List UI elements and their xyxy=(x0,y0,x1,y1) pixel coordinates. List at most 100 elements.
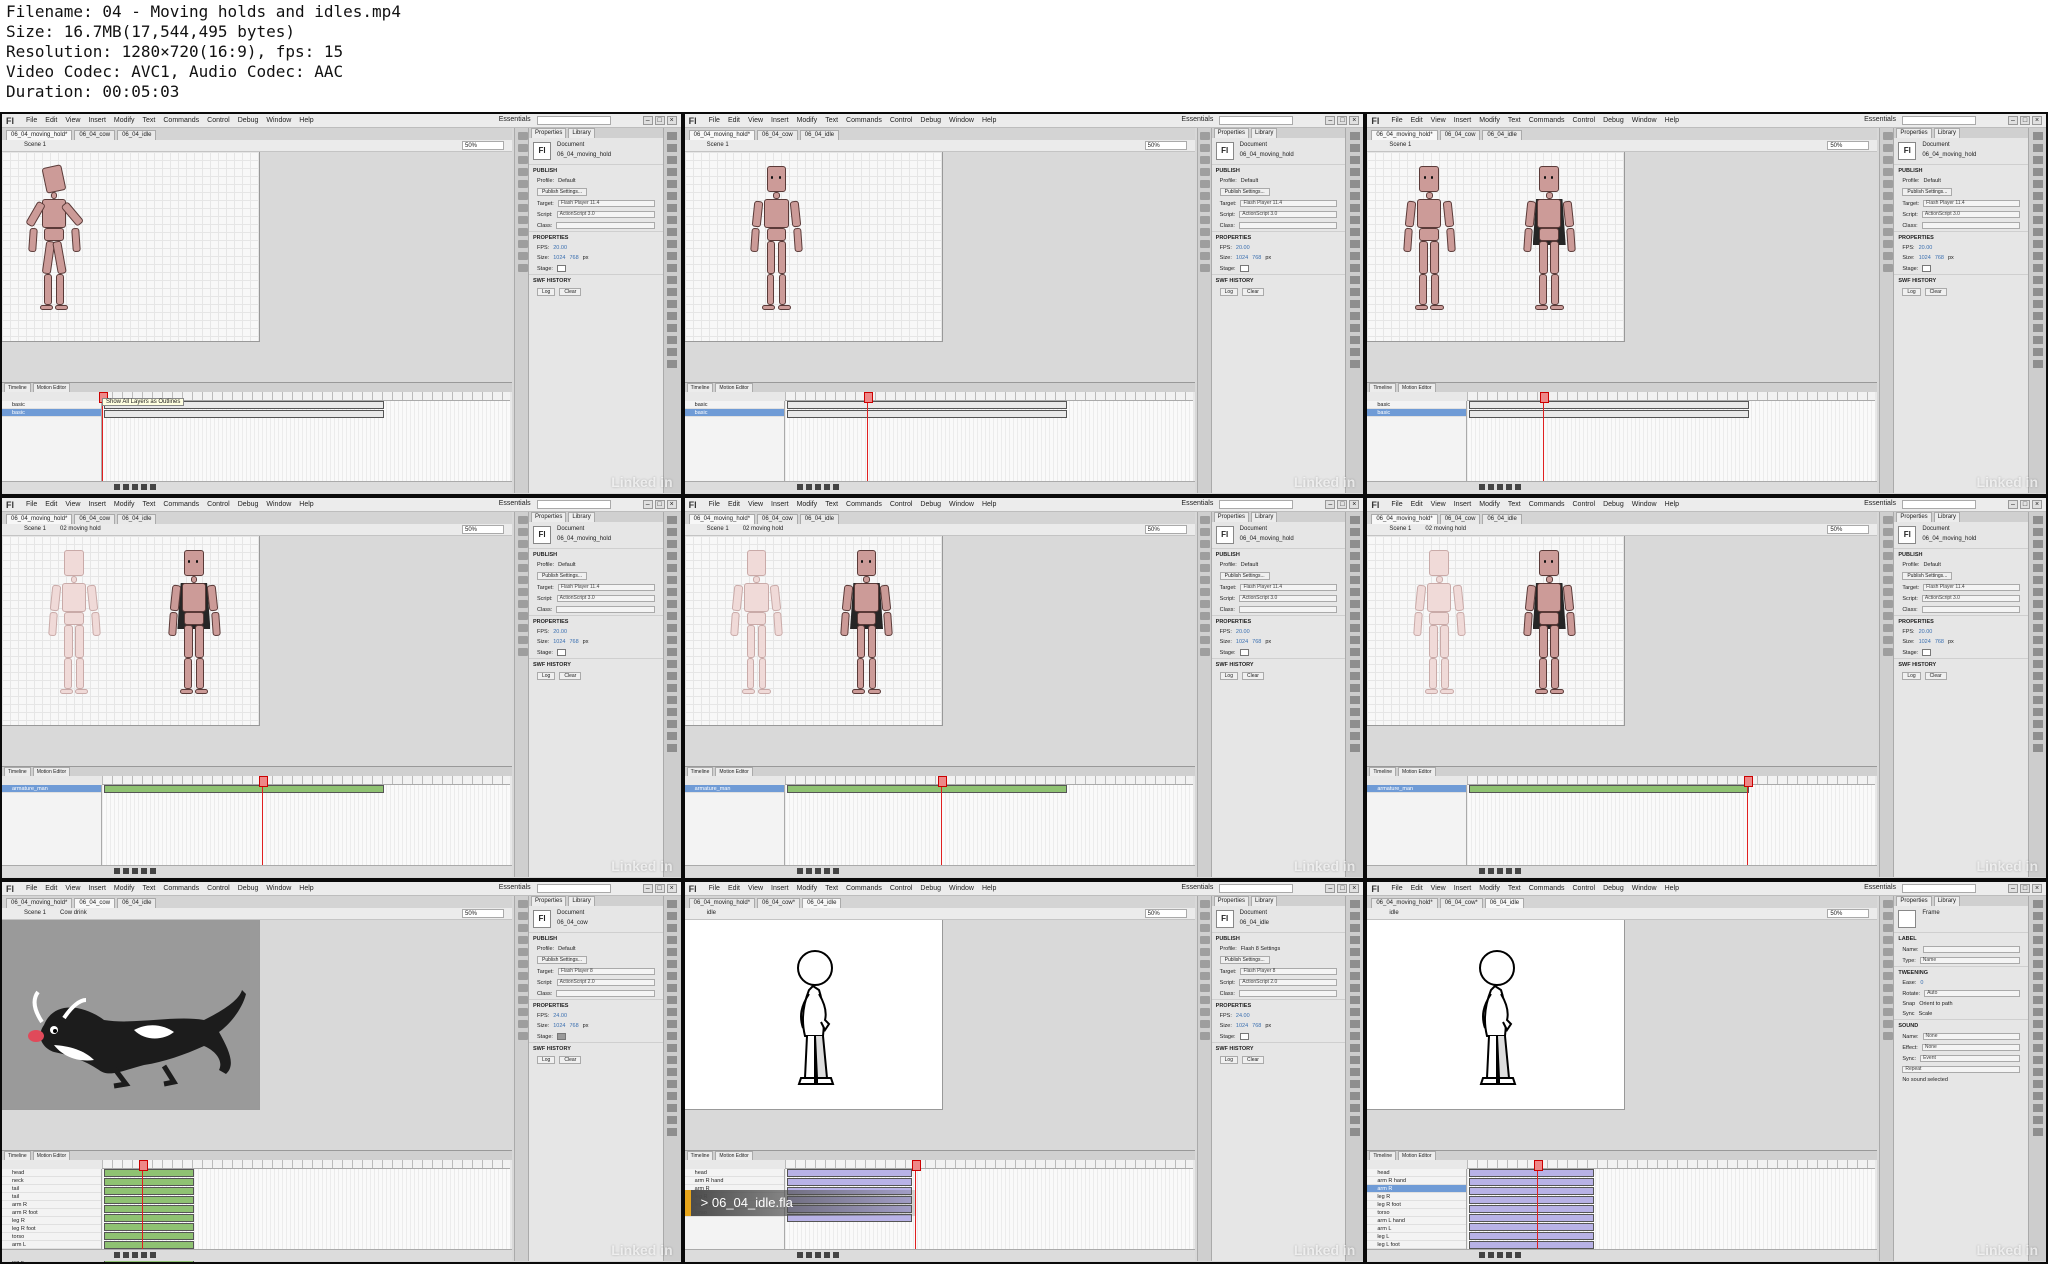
panel-icon[interactable] xyxy=(1200,180,1211,188)
tool-icon[interactable] xyxy=(2032,156,2043,164)
tool-icon[interactable] xyxy=(2032,1104,2043,1112)
window-control-button[interactable]: – xyxy=(2008,884,2018,893)
playhead[interactable] xyxy=(911,1160,921,1249)
tool-icon[interactable] xyxy=(1349,360,1360,368)
tool-icon[interactable] xyxy=(1349,1044,1360,1052)
timeline-tab[interactable]: Timeline xyxy=(1369,1151,1397,1160)
tool-icon[interactable] xyxy=(1349,1008,1360,1016)
timeline-tab[interactable]: Timeline xyxy=(686,1151,714,1160)
target-select[interactable]: Flash Player 11.4 xyxy=(1923,584,2020,591)
tool-icon[interactable] xyxy=(2032,708,2043,716)
tool-icon[interactable] xyxy=(2032,1080,2043,1088)
panel-tab[interactable]: Properties xyxy=(1896,512,1932,522)
playhead[interactable] xyxy=(139,1160,148,1249)
panel-icon[interactable] xyxy=(1200,156,1211,164)
layer-row[interactable]: arm L hand xyxy=(1367,1217,1467,1225)
panel-icon[interactable] xyxy=(1200,228,1211,236)
fps-value[interactable]: 24.00 xyxy=(1236,1013,1250,1019)
menu-item[interactable]: Insert xyxy=(1454,117,1472,124)
menu-item[interactable]: Insert xyxy=(1454,885,1472,892)
section-heading[interactable]: PROPERTIES xyxy=(1211,999,1346,1011)
menu-item[interactable]: Text xyxy=(143,885,156,892)
menu-item[interactable]: Control xyxy=(207,117,230,124)
playback-button[interactable] xyxy=(141,1252,147,1258)
frame-span[interactable] xyxy=(1469,410,1750,418)
effect-select[interactable]: None xyxy=(1921,1044,2020,1051)
panel-icon[interactable] xyxy=(1200,936,1211,944)
log-button[interactable]: Log xyxy=(1219,672,1238,680)
panel-tab[interactable]: Properties xyxy=(531,128,567,138)
tool-icon[interactable] xyxy=(1349,912,1360,920)
menu-item[interactable]: Window xyxy=(1632,117,1657,124)
tool-icon[interactable] xyxy=(667,228,678,236)
frame-grid[interactable] xyxy=(1467,1169,1876,1258)
playback-button[interactable] xyxy=(123,868,129,874)
section-heading[interactable]: SOUND xyxy=(1894,1019,2028,1031)
stage-color-swatch[interactable] xyxy=(556,1033,566,1040)
section-heading[interactable]: PUBLISH xyxy=(1211,548,1346,560)
tool-icon[interactable] xyxy=(667,708,678,716)
tool-icon[interactable] xyxy=(2032,696,2043,704)
menu-item[interactable]: View xyxy=(65,501,80,508)
menu-item[interactable]: Commands xyxy=(846,501,882,508)
log-button[interactable]: Log xyxy=(1902,288,1921,296)
tool-icon[interactable] xyxy=(2032,216,2043,224)
menu-item[interactable]: Window xyxy=(1632,501,1657,508)
frame-span[interactable] xyxy=(786,1169,912,1177)
wooden-mannequin[interactable] xyxy=(745,166,811,331)
window-control-button[interactable]: □ xyxy=(1337,884,1348,893)
menu-item[interactable]: File xyxy=(1391,885,1402,892)
breadcrumb-item[interactable]: Scene 1 xyxy=(707,140,729,151)
onion-skin-figure[interactable] xyxy=(42,550,108,715)
document-tab[interactable]: 06_04_cow xyxy=(1439,130,1481,140)
tool-icon[interactable] xyxy=(2032,276,2043,284)
tool-icon[interactable] xyxy=(667,324,678,332)
playback-button[interactable] xyxy=(1506,484,1513,490)
breadcrumb-item[interactable]: Scene 1 xyxy=(707,524,729,535)
panel-icon[interactable] xyxy=(1882,624,1893,632)
panel-icon[interactable] xyxy=(517,600,528,608)
playback-button[interactable] xyxy=(150,868,156,874)
window-control-button[interactable]: □ xyxy=(1337,116,1348,125)
fps-value[interactable]: 20.00 xyxy=(1236,245,1250,251)
timeline-tab[interactable]: Timeline xyxy=(4,1151,31,1160)
menu-item[interactable]: Modify xyxy=(797,501,818,508)
playhead[interactable] xyxy=(1534,1160,1544,1249)
panel-tab[interactable]: Properties xyxy=(1213,512,1250,522)
frame-span[interactable] xyxy=(1469,401,1750,409)
playback-button[interactable] xyxy=(796,868,803,874)
panel-icon[interactable] xyxy=(1882,264,1893,272)
target-select[interactable]: Flash Player 11.4 xyxy=(1240,584,1338,591)
menu-item[interactable]: Debug xyxy=(1603,885,1624,892)
panel-icon[interactable] xyxy=(517,912,528,920)
publish-settings-button[interactable]: Publish Settings... xyxy=(1219,572,1270,580)
tool-icon[interactable] xyxy=(2032,168,2043,176)
menu-item[interactable]: Insert xyxy=(88,885,106,892)
frame-span[interactable] xyxy=(1469,1232,1595,1240)
class-input[interactable] xyxy=(556,222,655,229)
tool-icon[interactable] xyxy=(667,696,678,704)
tool-icon[interactable] xyxy=(2032,288,2043,296)
width-value[interactable]: 1024 xyxy=(1919,639,1931,645)
window-control-button[interactable]: □ xyxy=(2020,884,2030,893)
tool-icon[interactable] xyxy=(667,648,678,656)
tool-icon[interactable] xyxy=(2032,1056,2043,1064)
tool-icon[interactable] xyxy=(2032,348,2043,356)
tool-icon[interactable] xyxy=(667,288,678,296)
tool-icon[interactable] xyxy=(667,300,678,308)
panel-icon[interactable] xyxy=(517,204,528,212)
breadcrumb-item[interactable]: Scene 1 xyxy=(24,908,46,919)
script-select[interactable]: ActionScript 3.0 xyxy=(556,211,655,218)
frame-span[interactable] xyxy=(1469,1214,1595,1222)
width-value[interactable]: 1024 xyxy=(1236,1023,1248,1029)
frame-ruler[interactable] xyxy=(102,776,510,785)
playhead[interactable] xyxy=(863,392,873,481)
fps-value[interactable]: 20.00 xyxy=(1919,245,1933,251)
document-tab[interactable]: 06_04_idle xyxy=(799,130,840,140)
panel-tab[interactable]: Properties xyxy=(1213,896,1250,906)
tool-icon[interactable] xyxy=(1349,180,1360,188)
playhead[interactable] xyxy=(1540,392,1550,481)
log-button[interactable]: Log xyxy=(1219,1056,1238,1064)
menu-item[interactable]: Modify xyxy=(1479,117,1500,124)
document-tab[interactable]: 06_04_cow* xyxy=(1439,898,1483,908)
